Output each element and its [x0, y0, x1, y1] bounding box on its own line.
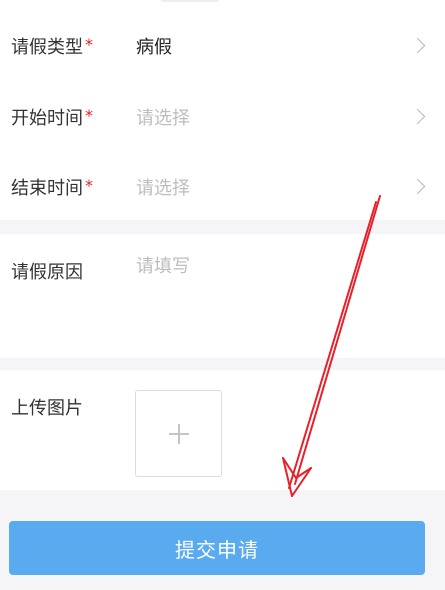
- upload-label: 上传图片: [11, 398, 83, 419]
- upload-section: 上传图片: [0, 370, 445, 490]
- upload-image-button[interactable]: [135, 390, 222, 477]
- submit-button[interactable]: 提交申请: [9, 521, 425, 575]
- chevron-right-icon: [409, 178, 426, 195]
- end-time-placeholder: 请选择: [136, 178, 190, 199]
- required-mark: *: [85, 106, 93, 125]
- plus-icon: [168, 423, 189, 444]
- previous-content-edge: [160, 0, 220, 2]
- leave-type-label: 请假类型 *: [11, 35, 93, 58]
- leave-type-row[interactable]: 请假类型 * 病假: [0, 16, 445, 76]
- required-mark: *: [85, 35, 93, 54]
- start-time-placeholder: 请选择: [136, 108, 190, 129]
- reason-label: 请假原因: [11, 262, 83, 283]
- end-time-row[interactable]: 结束时间 * 请选择: [0, 157, 445, 217]
- start-time-label: 开始时间 *: [11, 106, 93, 129]
- start-time-row[interactable]: 开始时间 * 请选择: [0, 87, 445, 147]
- required-mark: *: [85, 176, 93, 195]
- chevron-right-icon: [409, 37, 426, 54]
- chevron-right-icon: [409, 108, 426, 125]
- end-time-label: 结束时间 *: [11, 176, 93, 199]
- form-top-section: 请假类型 * 病假 开始时间 * 请选择 结束时间 * 请选择: [0, 0, 445, 220]
- reason-textarea[interactable]: [133, 248, 423, 344]
- leave-type-value: 病假: [136, 37, 172, 58]
- reason-section: 请假原因: [0, 234, 445, 358]
